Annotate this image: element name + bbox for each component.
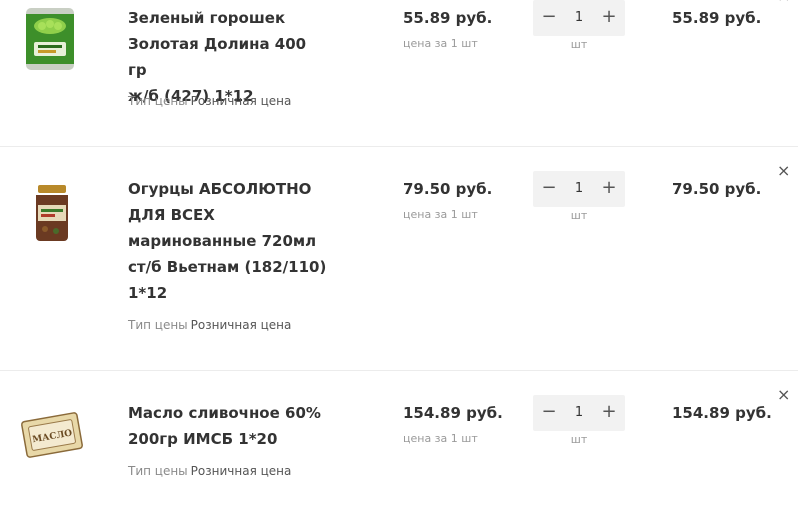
quantity-unit-label: шт xyxy=(570,38,588,51)
product-image-pickled-cucumbers-jar[interactable] xyxy=(18,179,86,247)
price-unit-label: цена за 1 шт xyxy=(403,208,478,221)
decrease-quantity-button[interactable]: − xyxy=(535,0,563,36)
unit-price: 154.89 руб. xyxy=(403,404,503,422)
product-name[interactable]: Огурцы АБСОЛЮТНО ДЛЯ ВСЕХ маринованные 7… xyxy=(128,176,328,306)
increase-quantity-button[interactable]: + xyxy=(595,0,623,36)
line-total: 55.89 руб. xyxy=(672,9,762,27)
quantity-input[interactable]: 1 xyxy=(563,171,595,207)
remove-item-button[interactable]: × xyxy=(777,387,790,403)
increase-quantity-button[interactable]: + xyxy=(595,171,623,207)
quantity-stepper: − 1 + xyxy=(533,171,625,207)
increase-quantity-button[interactable]: + xyxy=(595,395,623,431)
quantity-input[interactable]: 1 xyxy=(563,395,595,431)
line-total: 79.50 руб. xyxy=(672,180,762,198)
product-image-green-peas-can[interactable] xyxy=(18,4,86,72)
quantity-stepper: − 1 + xyxy=(533,0,625,36)
price-unit-label: цена за 1 шт xyxy=(403,37,478,50)
product-name[interactable]: Масло сливочное 60% 200гр ИМСБ 1*20 xyxy=(128,400,328,452)
quantity-unit-label: шт xyxy=(570,209,588,222)
row-divider xyxy=(0,370,798,371)
quantity-input[interactable]: 1 xyxy=(563,0,595,36)
price-unit-label: цена за 1 шт xyxy=(403,432,478,445)
row-divider xyxy=(0,146,798,147)
product-image-butter-pack[interactable]: МАСЛО xyxy=(18,401,86,469)
unit-price: 79.50 руб. xyxy=(403,180,493,198)
unit-price: 55.89 руб. xyxy=(403,9,493,27)
remove-item-button[interactable]: × xyxy=(777,0,790,4)
remove-item-button[interactable]: × xyxy=(777,163,790,179)
decrease-quantity-button[interactable]: − xyxy=(535,395,563,431)
line-total: 154.89 руб. xyxy=(672,404,772,422)
price-type: Тип цены Розничная цена xyxy=(128,318,292,332)
price-type: Тип цены Розничная цена xyxy=(128,464,292,478)
decrease-quantity-button[interactable]: − xyxy=(535,171,563,207)
quantity-stepper: − 1 + xyxy=(533,395,625,431)
price-type: Тип цены Розничная цена xyxy=(128,94,292,108)
quantity-unit-label: шт xyxy=(570,433,588,446)
